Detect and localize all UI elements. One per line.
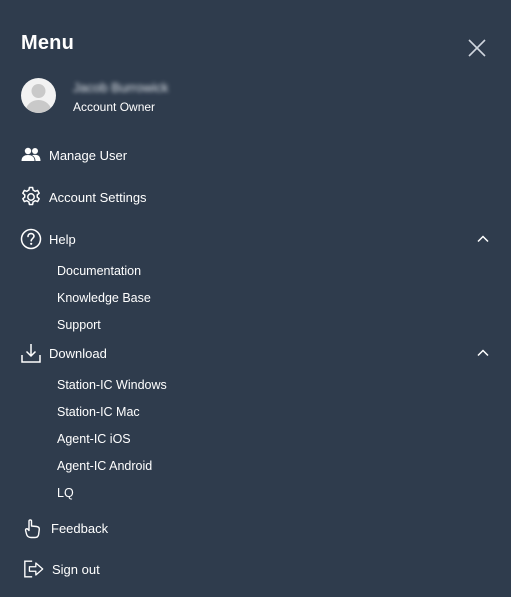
menu-item-label: Account Settings (49, 189, 147, 205)
download-item-station-ic-mac[interactable]: Station-IC Mac (57, 405, 140, 419)
menu-item-help[interactable]: Help (20, 228, 490, 250)
menu-item-download[interactable]: Download (20, 342, 490, 364)
thumbs-up-icon (22, 517, 44, 539)
menu-item-label: Sign out (52, 561, 100, 577)
menu-item-manage-user[interactable]: Manage User (20, 144, 490, 166)
chevron-up-icon[interactable] (476, 346, 490, 360)
menu-item-label: Download (49, 345, 107, 361)
avatar (21, 78, 56, 113)
download-item-agent-ic-android[interactable]: Agent-IC Android (57, 459, 152, 473)
download-icon (20, 342, 42, 364)
download-item-station-ic-windows[interactable]: Station-IC Windows (57, 378, 167, 392)
close-button[interactable] (466, 37, 488, 59)
user-role: Account Owner (73, 100, 156, 114)
help-item-knowledge-base[interactable]: Knowledge Base (57, 291, 151, 305)
question-circle-icon (20, 228, 42, 250)
menu-item-label: Help (49, 231, 76, 247)
menu-title: Menu (21, 32, 75, 54)
close-icon (468, 39, 486, 57)
sign-out-icon (23, 558, 45, 580)
menu-item-feedback[interactable]: Feedback (20, 517, 490, 539)
help-item-support[interactable]: Support (57, 318, 101, 332)
user-name: Jacob Burrowick (73, 80, 169, 95)
menu-item-label: Feedback (51, 520, 109, 536)
users-icon (20, 144, 42, 166)
menu-item-label: Manage User (49, 147, 128, 163)
download-item-lq[interactable]: LQ (57, 486, 74, 500)
menu-item-sign-out[interactable]: Sign out (20, 558, 490, 580)
gear-icon (20, 186, 42, 208)
download-item-agent-ic-ios[interactable]: Agent-IC iOS (57, 432, 131, 446)
menu-item-account-settings[interactable]: Account Settings (20, 186, 490, 208)
help-item-documentation[interactable]: Documentation (57, 264, 141, 278)
chevron-up-icon[interactable] (476, 232, 490, 246)
